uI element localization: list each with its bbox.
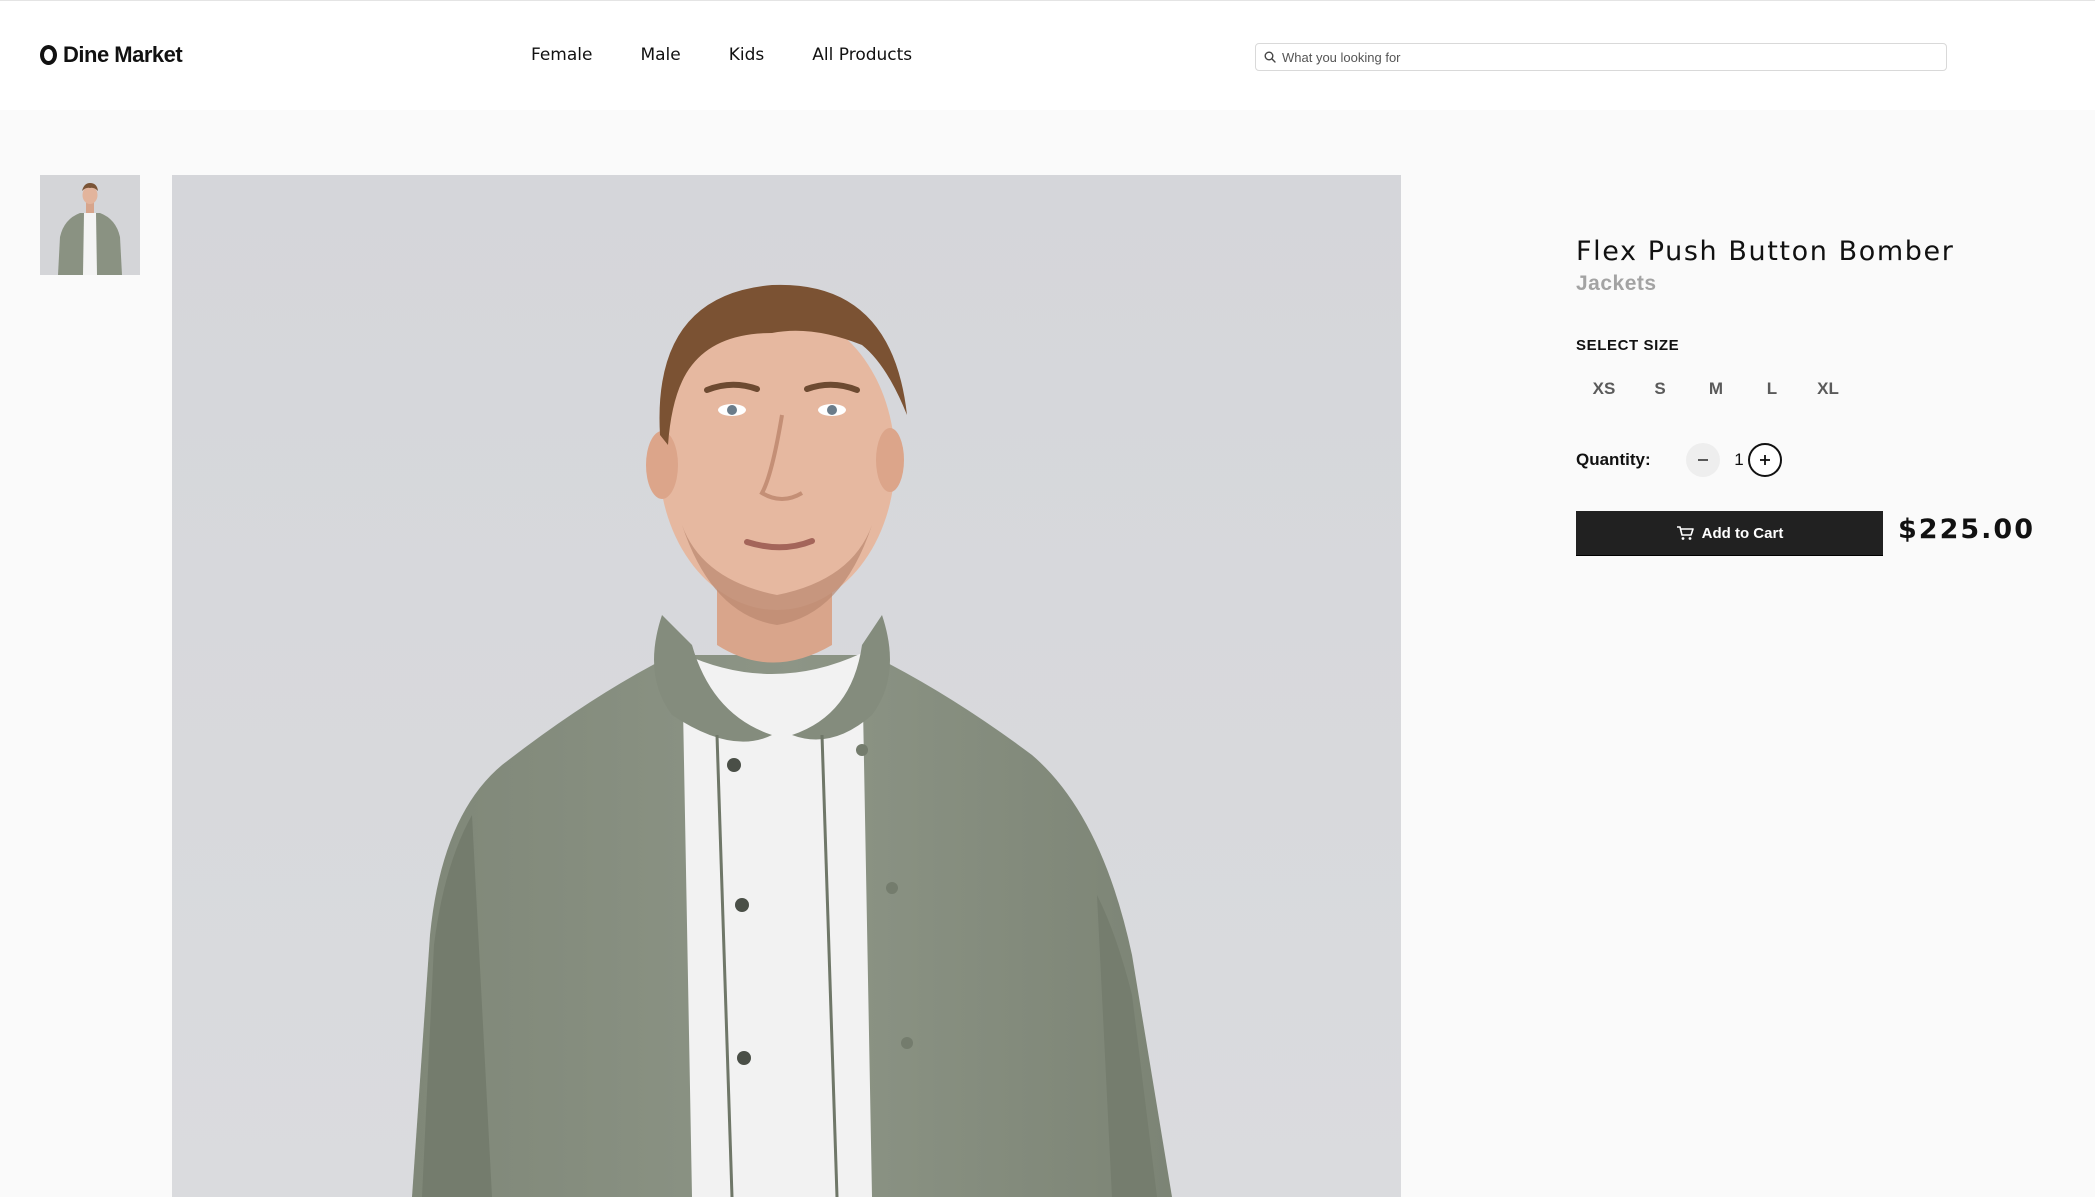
quantity-value: 1 (1734, 450, 1744, 469)
size-option-xs[interactable]: XS (1576, 374, 1632, 404)
search-bar (1255, 43, 1947, 71)
nav-link-kids[interactable]: Kids (729, 45, 765, 65)
nav-link-all-products[interactable]: All Products (812, 45, 912, 65)
thumbnail-image (40, 175, 140, 275)
size-option-l[interactable]: L (1744, 374, 1800, 404)
search-icon (1264, 51, 1276, 63)
product-title: Flex Push Button Bomber (1576, 236, 1955, 267)
nav-link-male[interactable]: Male (640, 45, 680, 65)
logo-text: Dine Market (63, 42, 183, 67)
search-input[interactable] (1282, 49, 1922, 65)
quantity-increase-button[interactable] (1748, 443, 1782, 477)
size-option-s[interactable]: S (1632, 374, 1688, 404)
select-size-label: SELECT SIZE (1576, 337, 1680, 354)
cart-icon (1676, 526, 1694, 540)
product-thumbnail[interactable] (40, 175, 140, 275)
add-to-cart-button[interactable]: Add to Cart (1576, 511, 1883, 555)
nav-link-female[interactable]: Female (531, 45, 592, 65)
logo-mark-icon (40, 45, 57, 65)
add-to-cart-label: Add to Cart (1701, 524, 1784, 542)
product-main-image (172, 175, 1401, 1197)
plus-icon (1760, 455, 1770, 465)
minus-icon (1698, 459, 1708, 461)
top-navigation-bar: Dine Market Female Male Kids All Product… (0, 0, 2095, 110)
size-option-m[interactable]: M (1688, 374, 1744, 404)
logo[interactable]: Dine Market (40, 41, 183, 69)
model-photo (172, 175, 1401, 1197)
size-option-xl[interactable]: XL (1800, 374, 1856, 404)
quantity-decrease-button[interactable] (1686, 443, 1720, 477)
main-nav: Female Male Kids All Products (531, 45, 912, 65)
quantity-label: Quantity: (1576, 450, 1651, 469)
product-price: $225.00 (1898, 514, 2035, 545)
product-category: Jackets (1576, 272, 1657, 295)
size-options: XS S M L XL (1576, 374, 1856, 404)
